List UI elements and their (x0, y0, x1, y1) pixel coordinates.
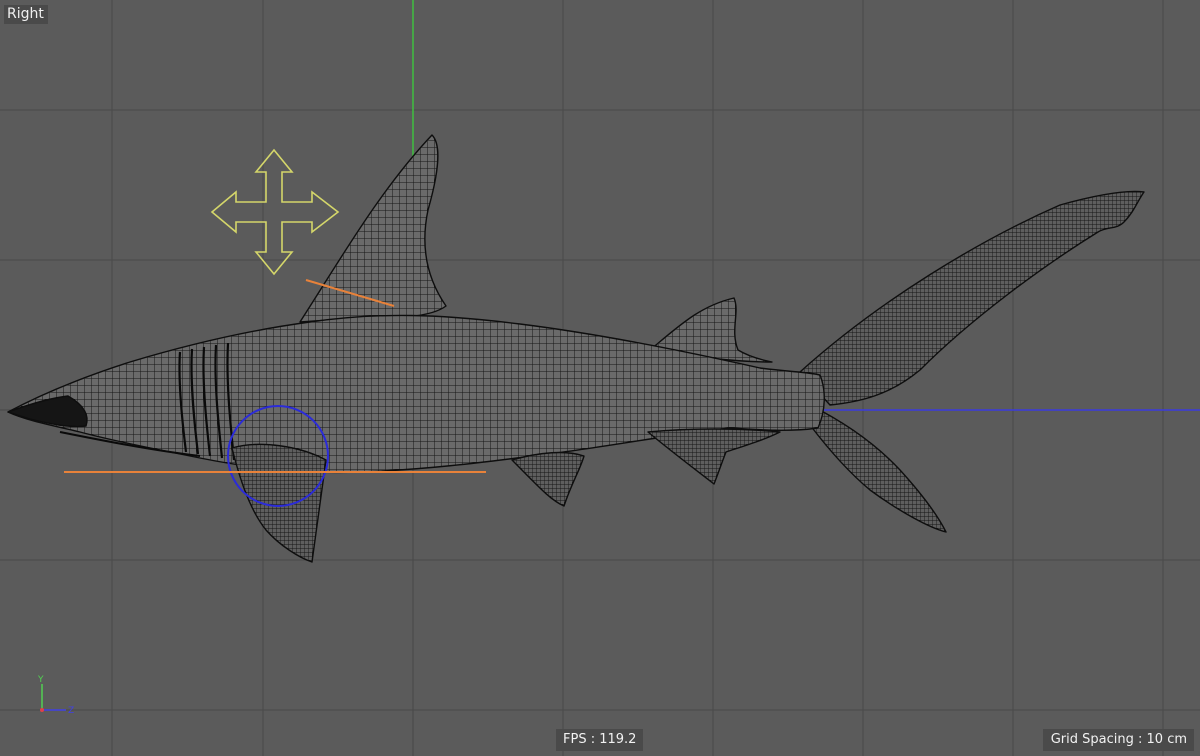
move-arrows-icon[interactable] (210, 148, 340, 276)
shark-mesh[interactable] (7, 134, 1145, 563)
caudal-fin-upper[interactable] (799, 190, 1145, 406)
pectoral-fin[interactable] (231, 443, 327, 563)
pelvic-fin[interactable] (511, 451, 585, 507)
axis-y-label: Y (37, 675, 44, 685)
anal-fin[interactable] (647, 428, 781, 485)
viewport-right[interactable]: Y Z Right FPS : 119.2 Grid Spacing : 10 … (0, 0, 1200, 756)
view-name-label[interactable]: Right (4, 5, 48, 24)
viewport-canvas[interactable]: Y Z (0, 0, 1200, 756)
axis-z-label: Z (68, 706, 74, 716)
dorsal-fin[interactable] (299, 134, 447, 323)
axis-gizmo-icon: Y Z (37, 675, 74, 716)
caudal-fin-lower[interactable] (809, 404, 947, 533)
fps-readout: FPS : 119.2 (556, 729, 644, 751)
grid-spacing-readout: Grid Spacing : 10 cm (1042, 729, 1194, 751)
shark-snout (7, 395, 88, 428)
